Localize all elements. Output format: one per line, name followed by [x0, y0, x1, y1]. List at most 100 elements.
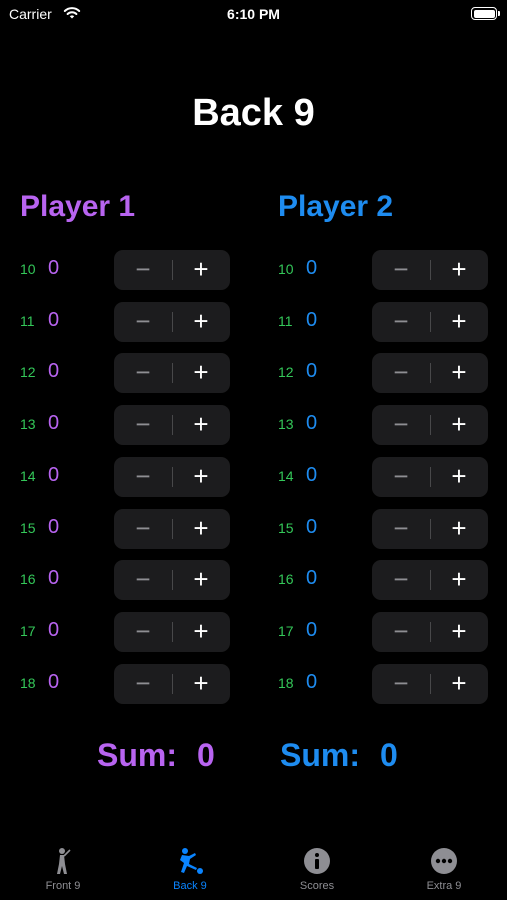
hole-score: 0 — [306, 257, 318, 279]
player1-sum: Sum: 0 — [97, 737, 215, 774]
player2-sum-label: Sum: — [280, 737, 360, 773]
hole-number: 11 — [278, 312, 293, 329]
status-time: 6:10 PM — [227, 6, 280, 22]
hole-number: 15 — [20, 519, 36, 536]
hole-score: 0 — [48, 567, 60, 590]
hole-row: 15 0 − + — [20, 508, 250, 549]
hole-row: 10 0 − + — [278, 250, 507, 290]
golfer-icon — [57, 848, 71, 874]
tab-extra-9-label: Extra 9 — [426, 880, 462, 892]
tab-scores-label: Scores — [299, 880, 335, 892]
increment-button[interactable]: + — [430, 457, 488, 497]
decrement-button[interactable]: − — [372, 457, 430, 497]
decrement-button[interactable]: − — [372, 353, 430, 393]
score-stepper: − + — [114, 405, 230, 446]
tab-front-9-label: Front 9 — [45, 880, 81, 892]
decrement-button[interactable]: − — [114, 612, 172, 652]
score-stepper: − + — [114, 456, 230, 497]
hole-number: 10 — [20, 261, 36, 277]
player2-sum: Sum: 0 — [280, 737, 398, 774]
hole-number: 12 — [20, 364, 36, 381]
hole-row: 16 0 − + — [278, 560, 507, 601]
decrement-button[interactable]: − — [114, 250, 172, 290]
decrement-button[interactable]: − — [114, 560, 172, 600]
increment-button[interactable]: + — [172, 509, 230, 549]
tab-back-9[interactable]: Back 9 — [127, 846, 253, 892]
increment-button[interactable]: + — [430, 664, 488, 704]
increment-button[interactable]: + — [430, 353, 488, 393]
decrement-button[interactable]: − — [372, 560, 430, 600]
score-stepper: − + — [372, 353, 488, 394]
hole-number: 16 — [278, 571, 294, 588]
score-stepper: − + — [114, 611, 230, 652]
hole-score: 0 — [306, 670, 318, 693]
hole-score: 0 — [306, 412, 318, 435]
hole-score: 0 — [48, 257, 60, 279]
hole-row: 12 0 − + — [20, 353, 250, 394]
increment-button[interactable]: + — [172, 405, 230, 445]
battery-icon — [471, 7, 500, 20]
decrement-button[interactable]: − — [372, 405, 430, 445]
increment-button[interactable]: + — [430, 302, 488, 342]
score-stepper: − + — [114, 560, 230, 601]
decrement-button[interactable]: − — [372, 664, 430, 704]
score-stepper: − + — [372, 611, 488, 652]
tab-bar: Front 9 Back 9 Scores Extra 9 — [0, 832, 507, 900]
decrement-button[interactable]: − — [372, 509, 430, 549]
decrement-button[interactable]: − — [114, 457, 172, 497]
hole-row: 11 0 − + — [278, 301, 507, 342]
tab-front-9[interactable]: Front 9 — [0, 846, 126, 892]
hole-number: 12 — [278, 364, 294, 381]
increment-button[interactable]: + — [172, 560, 230, 600]
info-icon — [304, 848, 330, 874]
hole-row: 10 0 − + — [20, 250, 250, 290]
decrement-button[interactable]: − — [114, 302, 172, 342]
hole-score: 0 — [48, 515, 60, 538]
hole-row: 12 0 − + — [278, 353, 507, 394]
hole-number: 18 — [20, 674, 36, 691]
decrement-button[interactable]: − — [372, 302, 430, 342]
increment-button[interactable]: + — [172, 353, 230, 393]
decrement-button[interactable]: − — [114, 664, 172, 704]
hole-number: 16 — [20, 571, 36, 588]
player2-name: Player 2 — [278, 190, 394, 223]
increment-button[interactable]: + — [172, 664, 230, 704]
increment-button[interactable]: + — [430, 612, 488, 652]
decrement-button[interactable]: − — [372, 612, 430, 652]
page-title: Back 9 — [192, 92, 315, 134]
score-stepper: − + — [372, 663, 488, 704]
increment-button[interactable]: + — [430, 560, 488, 600]
decrement-button[interactable]: − — [114, 509, 172, 549]
score-stepper: − + — [372, 250, 488, 290]
score-stepper: − + — [372, 405, 488, 446]
hole-score: 0 — [48, 670, 60, 693]
hole-row: 14 0 − + — [278, 456, 507, 497]
increment-button[interactable]: + — [172, 612, 230, 652]
tab-back-9-label: Back 9 — [173, 880, 207, 892]
decrement-button[interactable]: − — [372, 250, 430, 290]
hole-score: 0 — [48, 308, 60, 331]
tab-extra-9[interactable]: Extra 9 — [381, 846, 507, 892]
tab-scores[interactable]: Scores — [254, 846, 380, 892]
hole-number: 11 — [20, 312, 35, 329]
increment-button[interactable]: + — [430, 250, 488, 290]
status-bar: Carrier 6:10 PM — [0, 0, 507, 30]
increment-button[interactable]: + — [430, 405, 488, 445]
player2-sum-value: 0 — [380, 737, 398, 773]
increment-button[interactable]: + — [172, 302, 230, 342]
score-stepper: − + — [372, 301, 488, 342]
hole-row: 14 0 − + — [20, 456, 250, 497]
hole-row: 17 0 − + — [20, 611, 250, 652]
hole-score: 0 — [48, 463, 60, 486]
hole-number: 13 — [278, 416, 294, 433]
decrement-button[interactable]: − — [114, 353, 172, 393]
decrement-button[interactable]: − — [114, 405, 172, 445]
increment-button[interactable]: + — [172, 250, 230, 290]
hole-row: 13 0 − + — [20, 405, 250, 446]
hole-row: 16 0 − + — [20, 560, 250, 601]
hole-number: 14 — [278, 467, 294, 484]
increment-button[interactable]: + — [430, 509, 488, 549]
increment-button[interactable]: + — [172, 457, 230, 497]
score-stepper: − + — [372, 560, 488, 601]
hole-score: 0 — [306, 618, 318, 641]
